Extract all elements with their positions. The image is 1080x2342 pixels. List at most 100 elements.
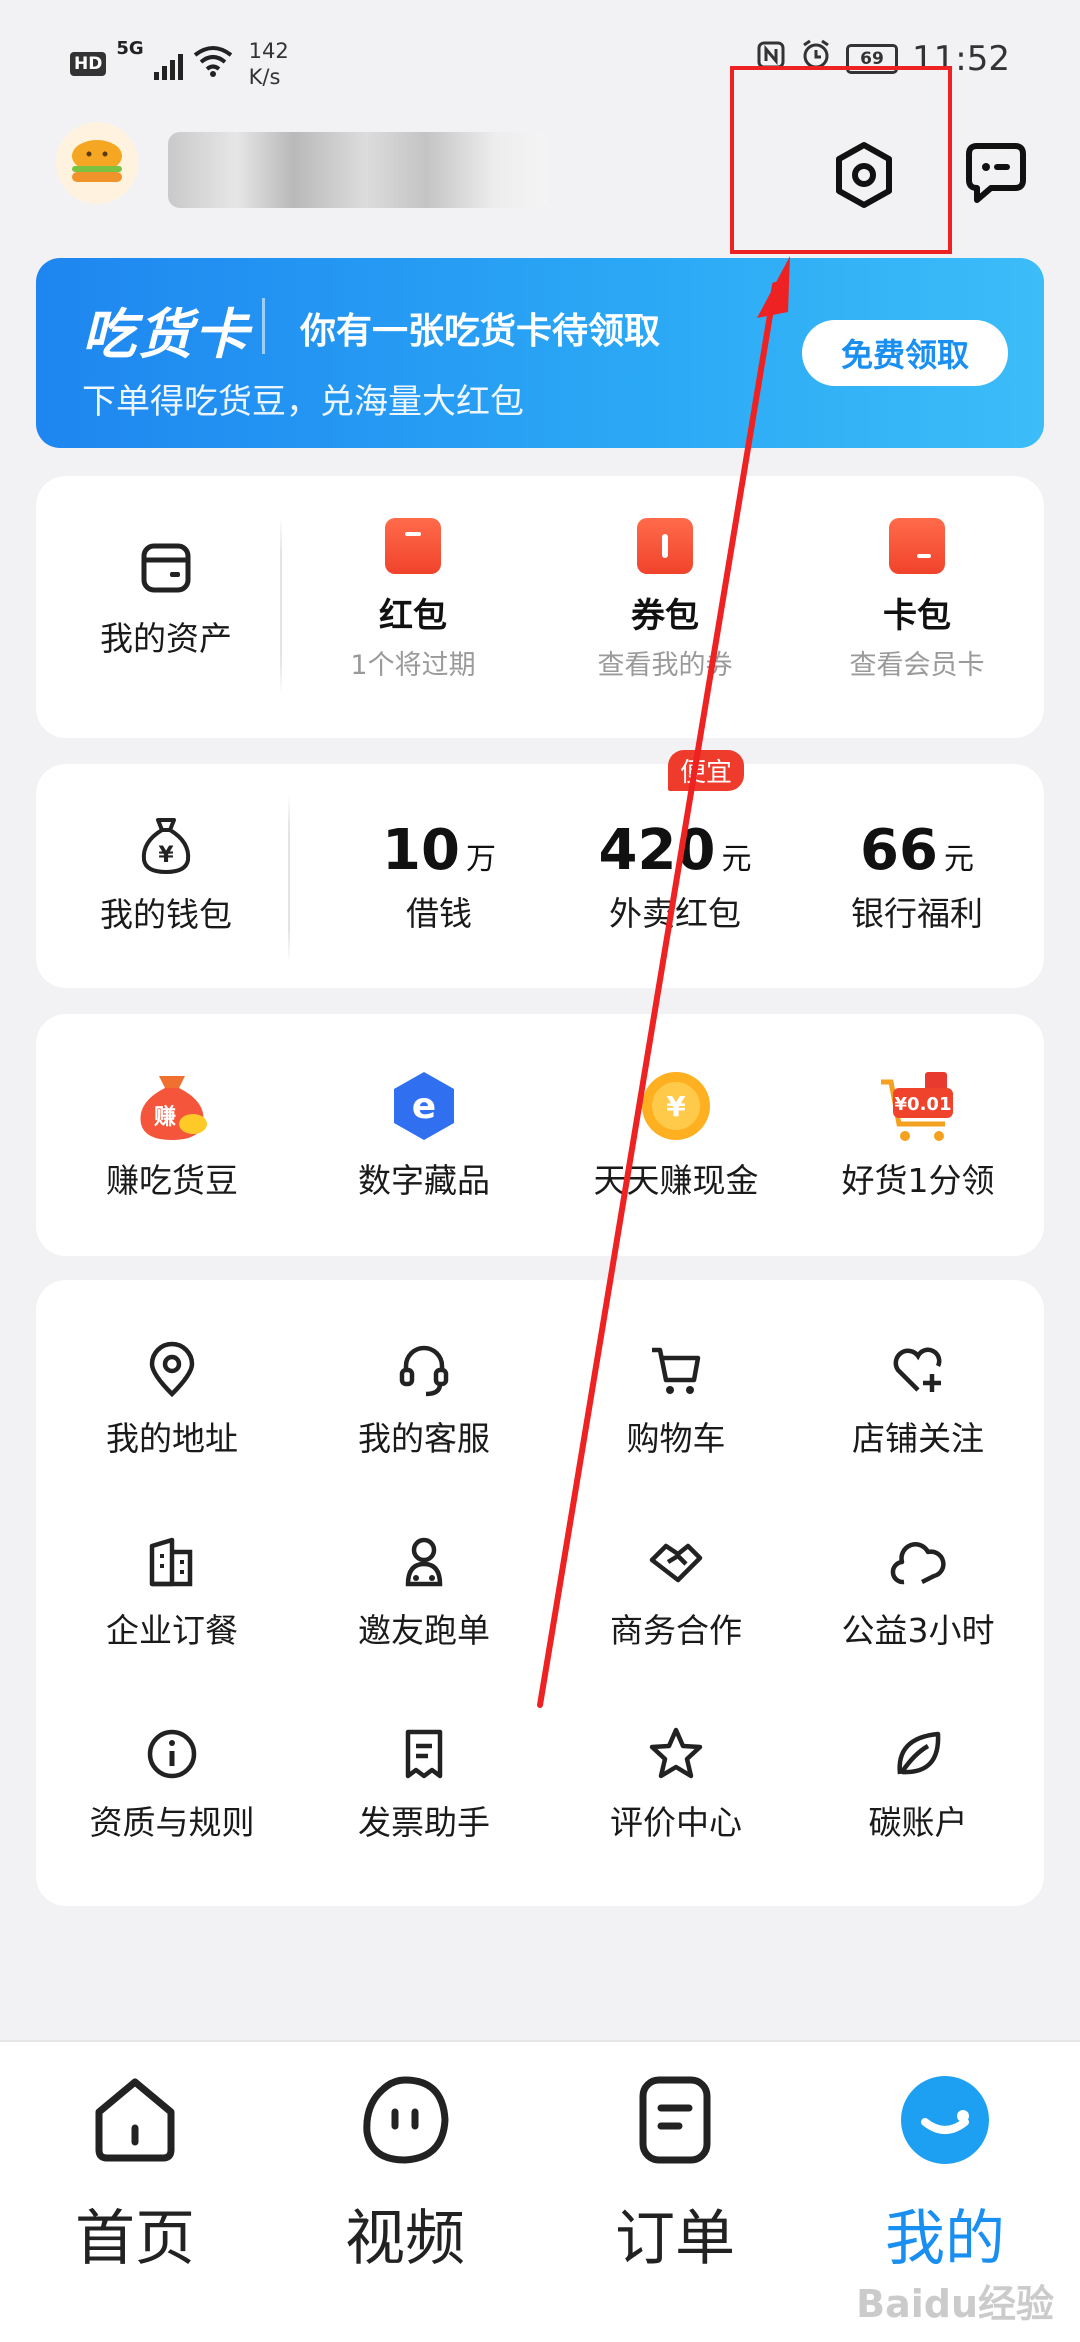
speed-unit: K/s — [248, 65, 281, 89]
assets-card: 我的资产 红包 1个将过期 券包 查看我的券 卡包 查看会员卡 — [36, 476, 1044, 738]
service-reviews[interactable]: 评价中心 — [566, 1724, 786, 1844]
my-wallet[interactable]: ¥ 我的钱包 — [76, 814, 256, 936]
service-label: 资质与规则 — [89, 1803, 255, 1842]
my-wallet-label: 我的钱包 — [100, 895, 232, 934]
lucky-bag-icon: 赚 — [140, 1076, 207, 1140]
service-enterprise-order[interactable]: 企业订餐 — [62, 1532, 282, 1652]
nav-home-label: 首页 — [75, 2204, 195, 2274]
bank-unit: 元 — [943, 842, 974, 877]
one-cent-goods-label: 好货1分领 — [841, 1161, 995, 1200]
service-rules[interactable]: 资质与规则 — [62, 1724, 282, 1844]
takeout-redpacket-entry[interactable]: 420 元 外卖红包 — [565, 818, 785, 935]
wifi-icon — [193, 45, 233, 83]
service-address[interactable]: 我的地址 — [62, 1340, 282, 1460]
message-button[interactable] — [956, 135, 1036, 215]
nav-video-label: 视频 — [345, 2204, 465, 2274]
nav-home[interactable]: 首页 — [25, 2072, 245, 2277]
card-icon — [889, 518, 945, 574]
foodie-card-banner[interactable]: 吃货卡 你有一张吃货卡待领取 下单得吃货豆，兑海量大红包 免费领取 — [36, 258, 1044, 448]
headset-icon — [399, 1345, 449, 1397]
service-charity[interactable]: 公益3小时 — [818, 1532, 1018, 1652]
wallet-card-icon — [141, 543, 191, 593]
heart-plus-icon — [893, 1347, 942, 1392]
bank-value: 66 — [860, 818, 938, 883]
daily-cash-entry[interactable]: ¥ 天天赚现金 — [566, 1066, 786, 1202]
service-label: 公益3小时 — [841, 1611, 995, 1650]
profile-icon — [901, 2076, 989, 2164]
services-card: 我的地址 我的客服 购物车 店铺关注 企业订餐 邀友跑单 商务合作 公益3小时 … — [36, 1280, 1044, 1906]
home-icon — [95, 2078, 175, 2162]
banner-brand: 吃货卡 — [82, 303, 250, 366]
separator — [288, 794, 290, 964]
bank-benefit-entry[interactable]: 66 元 银行福利 — [817, 818, 1017, 935]
one-cent-badge: ¥0.01 — [895, 1094, 952, 1115]
service-invoice[interactable]: 发票助手 — [314, 1724, 534, 1844]
cheap-badge: 便宜 — [668, 750, 745, 791]
bank-label: 银行福利 — [851, 894, 983, 933]
service-label: 我的地址 — [106, 1419, 238, 1458]
loan-label: 借钱 — [406, 894, 472, 933]
service-label: 碳账户 — [868, 1803, 968, 1842]
digital-badge: e — [412, 1086, 436, 1127]
svg-text:¥: ¥ — [158, 843, 174, 868]
signal-icon — [153, 48, 183, 80]
speed-value: 142 — [248, 39, 289, 63]
nav-profile-label: 我的 — [885, 2204, 1005, 2274]
leaf-icon — [897, 1731, 941, 1775]
red-packet-entry[interactable]: 红包 1个将过期 — [313, 518, 513, 682]
loan-entry[interactable]: 10 万 借钱 — [339, 818, 539, 935]
gold-coin-icon: ¥ — [642, 1072, 710, 1140]
baidu-watermark: Baidu经验 — [856, 2282, 1054, 2326]
nav-orders-label: 订单 — [615, 2204, 735, 2274]
takeout-value: 420 — [598, 818, 716, 883]
service-carbon[interactable]: 碳账户 — [818, 1724, 1018, 1844]
earn-beans-label: 赚吃货豆 — [106, 1161, 238, 1200]
building-icon — [149, 1537, 193, 1587]
my-assets-label: 我的资产 — [100, 619, 232, 658]
rider-icon — [405, 1537, 443, 1587]
service-label: 发票助手 — [358, 1803, 490, 1842]
service-label: 购物车 — [626, 1419, 726, 1458]
network-speed: 142 K/s — [249, 38, 289, 90]
location-pin-icon — [149, 1341, 195, 1398]
service-follow-store[interactable]: 店铺关注 — [818, 1340, 1018, 1460]
red-packet-icon — [385, 518, 441, 574]
card-wallet-entry[interactable]: 卡包 查看会员卡 — [817, 518, 1017, 682]
username-blurred[interactable] — [168, 132, 548, 208]
one-cent-goods-entry[interactable]: ¥0.01 好货1分领 — [818, 1066, 1018, 1202]
bottom-nav: 首页 视频 订单 我的 Baidu经验 — [0, 2040, 1080, 2342]
service-business-coop[interactable]: 商务合作 — [566, 1532, 786, 1652]
loan-unit: 万 — [465, 842, 496, 877]
promo-card: 赚 赚吃货豆 e 数字藏品 ¥ 天天赚现金 ¥0.01 好货1分领 — [36, 1014, 1044, 1256]
my-assets[interactable]: 我的资产 — [76, 538, 256, 660]
digital-collectibles-entry[interactable]: e 数字藏品 — [314, 1066, 534, 1202]
card-sub: 查看会员卡 — [849, 650, 985, 681]
card-title: 卡包 — [883, 596, 951, 636]
chat-bubble-icon — [966, 143, 1026, 203]
claim-free-button[interactable]: 免费领取 — [802, 320, 1008, 386]
service-cart[interactable]: 购物车 — [566, 1340, 786, 1460]
service-label: 我的客服 — [358, 1419, 490, 1458]
cloud-icon — [890, 1542, 946, 1585]
coupon-icon — [637, 518, 693, 574]
takeout-label: 外卖红包 — [609, 894, 741, 933]
video-face-icon — [363, 2076, 449, 2164]
earn-beans-entry[interactable]: 赚 赚吃货豆 — [62, 1066, 282, 1202]
info-icon — [147, 1729, 197, 1779]
money-bag-icon: ¥ — [141, 818, 191, 875]
burger-avatar-icon — [72, 140, 122, 182]
nav-video[interactable]: 视频 — [295, 2072, 515, 2277]
service-invite-rider[interactable]: 邀友跑单 — [314, 1532, 534, 1652]
hd-badge: HD — [70, 52, 107, 76]
takeout-unit: 元 — [721, 842, 752, 877]
separator — [280, 516, 282, 696]
status-left: HD 5G 142 K/s — [70, 38, 289, 90]
avatar[interactable] — [56, 122, 138, 204]
nav-profile[interactable]: 我的 — [835, 2072, 1055, 2277]
coupon-entry[interactable]: 券包 查看我的券 — [565, 518, 765, 682]
cash-badge: ¥ — [666, 1090, 686, 1123]
red-packet-sub: 1个将过期 — [350, 650, 476, 681]
nav-orders[interactable]: 订单 — [565, 2072, 785, 2277]
digital-collectibles-label: 数字藏品 — [358, 1161, 490, 1200]
service-customer-care[interactable]: 我的客服 — [314, 1340, 534, 1460]
